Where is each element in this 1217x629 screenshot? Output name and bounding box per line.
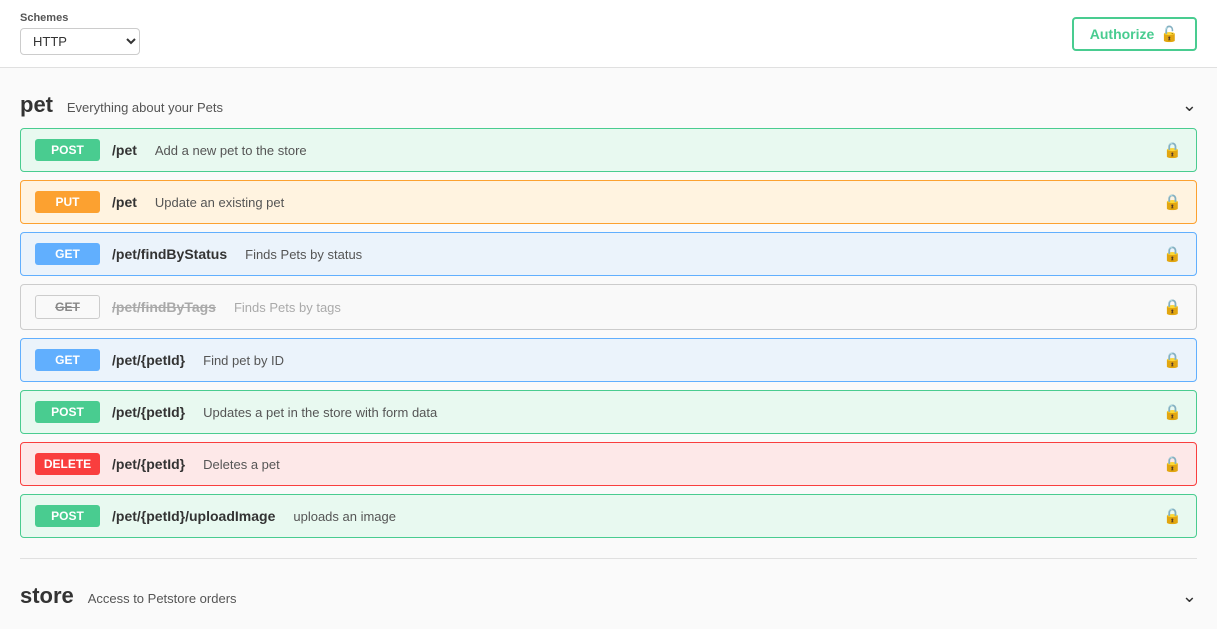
lock-icon: 🔒 <box>1163 298 1182 316</box>
endpoint-summary: Add a new pet to the store <box>155 143 307 158</box>
endpoint-row-get-findbytags-deprecated[interactable]: GET /pet/findByTags Finds Pets by tags 🔒 <box>20 284 1197 330</box>
section-pet-title: pet <box>20 92 53 117</box>
endpoint-row-delete-petid[interactable]: DELETE /pet/{petId} Deletes a pet 🔒 <box>20 442 1197 486</box>
endpoint-path: /pet/findByStatus <box>112 246 227 262</box>
endpoint-summary: uploads an image <box>293 509 396 524</box>
endpoint-path: /pet <box>112 194 137 210</box>
chevron-down-icon: ⌄ <box>1182 95 1197 116</box>
section-pet-description: Everything about your Pets <box>67 100 223 115</box>
endpoint-path: /pet/{petId} <box>112 456 185 472</box>
endpoint-row-get-findbystatus[interactable]: GET /pet/findByStatus Finds Pets by stat… <box>20 232 1197 276</box>
endpoint-summary: Deletes a pet <box>203 457 280 472</box>
endpoint-row-post-pet[interactable]: POST /pet Add a new pet to the store 🔒 <box>20 128 1197 172</box>
endpoint-path-deprecated: /pet/findByTags <box>112 299 216 315</box>
top-bar: Schemes HTTP HTTPS Authorize 🔓 <box>0 0 1217 68</box>
endpoint-path: /pet/{petId} <box>112 352 185 368</box>
lock-icon: 🔒 <box>1163 507 1182 525</box>
section-pet[interactable]: pet Everything about your Pets ⌄ <box>20 78 1197 128</box>
endpoint-path: /pet/{petId} <box>112 404 185 420</box>
method-badge-put: PUT <box>35 191 100 213</box>
endpoint-summary: Find pet by ID <box>203 353 284 368</box>
divider <box>20 558 1197 559</box>
section-store[interactable]: store Access to Petstore orders ⌄ <box>20 569 1197 619</box>
method-badge-get: GET <box>35 349 100 371</box>
method-badge-get: GET <box>35 243 100 265</box>
endpoint-path: /pet/{petId}/uploadImage <box>112 508 275 524</box>
endpoint-summary: Finds Pets by status <box>245 247 362 262</box>
lock-icon: 🔒 <box>1163 193 1182 211</box>
lock-icon: 🔒 <box>1163 351 1182 369</box>
endpoint-row-get-petid[interactable]: GET /pet/{petId} Find pet by ID 🔒 <box>20 338 1197 382</box>
schemes-select[interactable]: HTTP HTTPS <box>20 28 140 55</box>
endpoint-summary: Updates a pet in the store with form dat… <box>203 405 437 420</box>
lock-icon: 🔒 <box>1163 245 1182 263</box>
endpoint-row-post-petid[interactable]: POST /pet/{petId} Updates a pet in the s… <box>20 390 1197 434</box>
method-badge-post: POST <box>35 401 100 423</box>
method-badge-post: POST <box>35 505 100 527</box>
lock-icon: 🔒 <box>1163 403 1182 421</box>
authorize-button[interactable]: Authorize 🔓 <box>1072 17 1197 51</box>
main-content: pet Everything about your Pets ⌄ POST /p… <box>0 68 1217 629</box>
endpoint-summary: Update an existing pet <box>155 195 284 210</box>
schemes-label: Schemes <box>20 12 140 24</box>
lock-icon: 🔓 <box>1160 25 1179 43</box>
method-badge-post: POST <box>35 139 100 161</box>
chevron-down-icon: ⌄ <box>1182 586 1197 607</box>
lock-icon: 🔒 <box>1163 455 1182 473</box>
method-badge-delete: DELETE <box>35 453 100 475</box>
method-badge-get-deprecated: GET <box>35 295 100 319</box>
endpoint-list-pet: POST /pet Add a new pet to the store 🔒 P… <box>20 128 1197 538</box>
endpoint-row-post-uploadimage[interactable]: POST /pet/{petId}/uploadImage uploads an… <box>20 494 1197 538</box>
lock-icon: 🔒 <box>1163 141 1182 159</box>
section-store-title: store <box>20 583 74 608</box>
endpoint-summary-deprecated: Finds Pets by tags <box>234 300 341 315</box>
authorize-label: Authorize <box>1090 26 1155 42</box>
schemes-section: Schemes HTTP HTTPS <box>20 12 140 55</box>
endpoint-path: /pet <box>112 142 137 158</box>
endpoint-row-put-pet[interactable]: PUT /pet Update an existing pet 🔒 <box>20 180 1197 224</box>
